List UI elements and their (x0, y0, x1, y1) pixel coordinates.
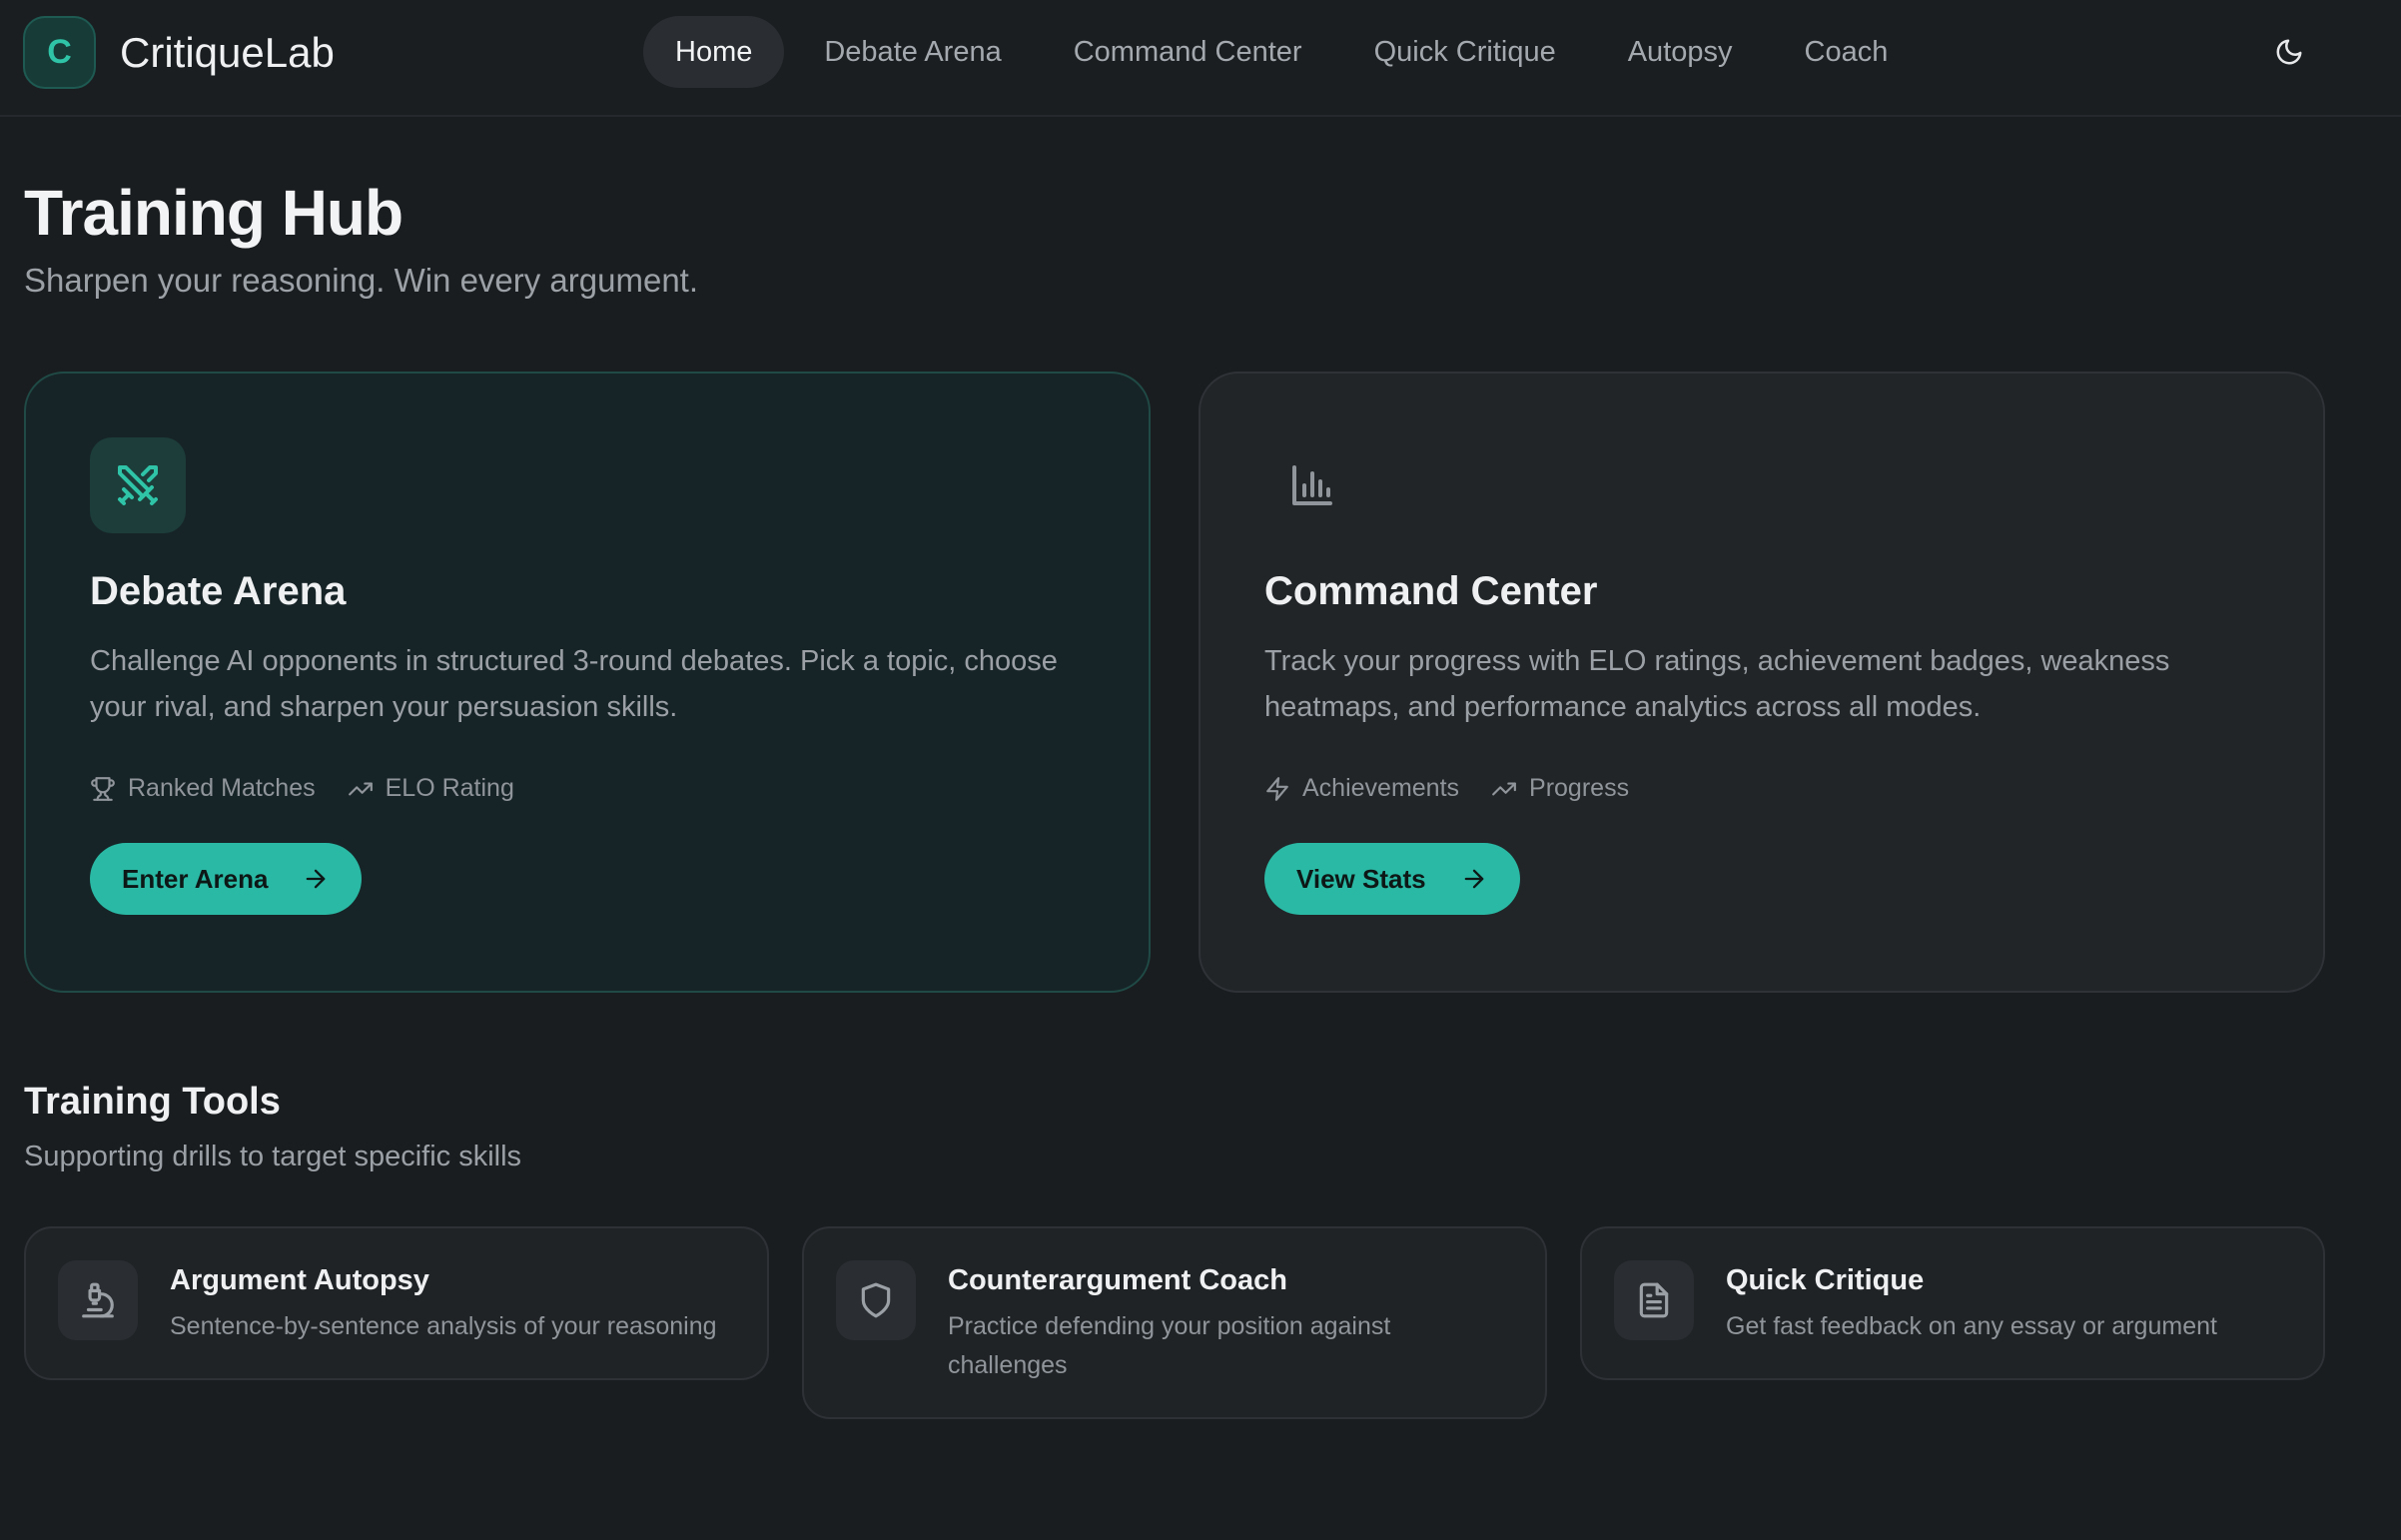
crossed-swords-icon (118, 465, 158, 505)
theme-toggle-button[interactable] (2261, 24, 2317, 80)
card-description: Track your progress with ELO ratings, ac… (1264, 645, 2170, 723)
nav-item-coach[interactable]: Coach (1773, 16, 1921, 88)
feature-label: Achievements (1302, 774, 1460, 802)
arrow-right-icon (307, 869, 326, 889)
shield-icon (861, 1282, 891, 1318)
card-icon-container (90, 437, 186, 533)
feature-label: Ranked Matches (128, 774, 316, 802)
feature-label: Progress (1529, 774, 1630, 802)
card-title: Debate Arena (90, 569, 347, 613)
tool-icon-container (836, 1260, 916, 1340)
arrow-right-icon (1464, 869, 1483, 889)
tool-title: Counterargument Coach (948, 1264, 1287, 1296)
feature-list: Ranked Matches ELO Rating (90, 774, 1085, 803)
section-title: Training Tools (24, 1081, 281, 1123)
tool-icon-container (1614, 1260, 1694, 1340)
main-nav: Home Debate Arena Command Center Quick C… (643, 16, 1928, 88)
feature-list: Achievements Progress (1264, 774, 2259, 803)
brand-logo: C (23, 16, 96, 89)
nav-item-home[interactable]: Home (643, 16, 785, 88)
page-title: Training Hub (24, 177, 403, 249)
tool-title: Argument Autopsy (170, 1264, 429, 1296)
tool-icon-container (58, 1260, 138, 1340)
feature-label: ELO Rating (385, 774, 514, 802)
tool-card-argument-autopsy[interactable]: Argument Autopsy Sentence-by-sentence an… (24, 1226, 769, 1380)
button-label: View Stats (1296, 863, 1426, 894)
nav-item-command-center[interactable]: Command Center (1042, 16, 1334, 88)
trending-up-icon (1492, 782, 1516, 795)
command-center-card[interactable]: Command Center Track your progress with … (1199, 372, 2325, 993)
nav-item-debate-arena[interactable]: Debate Arena (792, 16, 1033, 88)
bar-chart-icon (1292, 465, 1332, 505)
button-label: Enter Arena (122, 863, 269, 894)
feature-achievements: Achievements (1264, 774, 1459, 803)
tool-card-counterargument-coach[interactable]: Counterargument Coach Practice defending… (802, 1226, 1547, 1419)
trending-up-icon (348, 782, 373, 795)
microscope-icon (82, 1282, 114, 1318)
nav-item-quick-critique[interactable]: Quick Critique (1342, 16, 1588, 88)
tool-description: Practice defending your position against… (948, 1312, 1391, 1379)
tool-title: Quick Critique (1726, 1264, 1925, 1296)
card-icon-container (1264, 437, 1360, 533)
view-stats-button[interactable]: View Stats (1264, 843, 1520, 915)
card-title: Command Center (1264, 569, 1598, 613)
brand[interactable]: C CritiqueLab (23, 16, 335, 89)
section-subtitle: Supporting drills to target specific ski… (24, 1141, 522, 1172)
enter-arena-button[interactable]: Enter Arena (90, 843, 363, 915)
document-icon (1639, 1282, 1669, 1318)
card-description: Challenge AI opponents in structured 3-r… (90, 645, 1058, 723)
page-subtitle: Sharpen your reasoning. Win every argume… (24, 262, 699, 299)
trophy-icon (91, 776, 115, 801)
moon-icon (2276, 39, 2302, 65)
feature-ranked-matches: Ranked Matches (90, 774, 316, 803)
nav-item-autopsy[interactable]: Autopsy (1596, 16, 1765, 88)
tool-description: Get fast feedback on any essay or argume… (1726, 1312, 2217, 1340)
lightning-icon (1266, 776, 1288, 801)
debate-arena-card[interactable]: Debate Arena Challenge AI opponents in s… (24, 372, 1151, 993)
top-navigation-bar: C CritiqueLab Home Debate Arena Command … (0, 0, 2401, 117)
tool-description: Sentence-by-sentence analysis of your re… (170, 1312, 717, 1340)
tool-card-quick-critique[interactable]: Quick Critique Get fast feedback on any … (1580, 1226, 2325, 1380)
brand-name: CritiqueLab (120, 28, 335, 76)
feature-progress: Progress (1491, 774, 1629, 803)
feature-elo-rating: ELO Rating (348, 774, 514, 803)
